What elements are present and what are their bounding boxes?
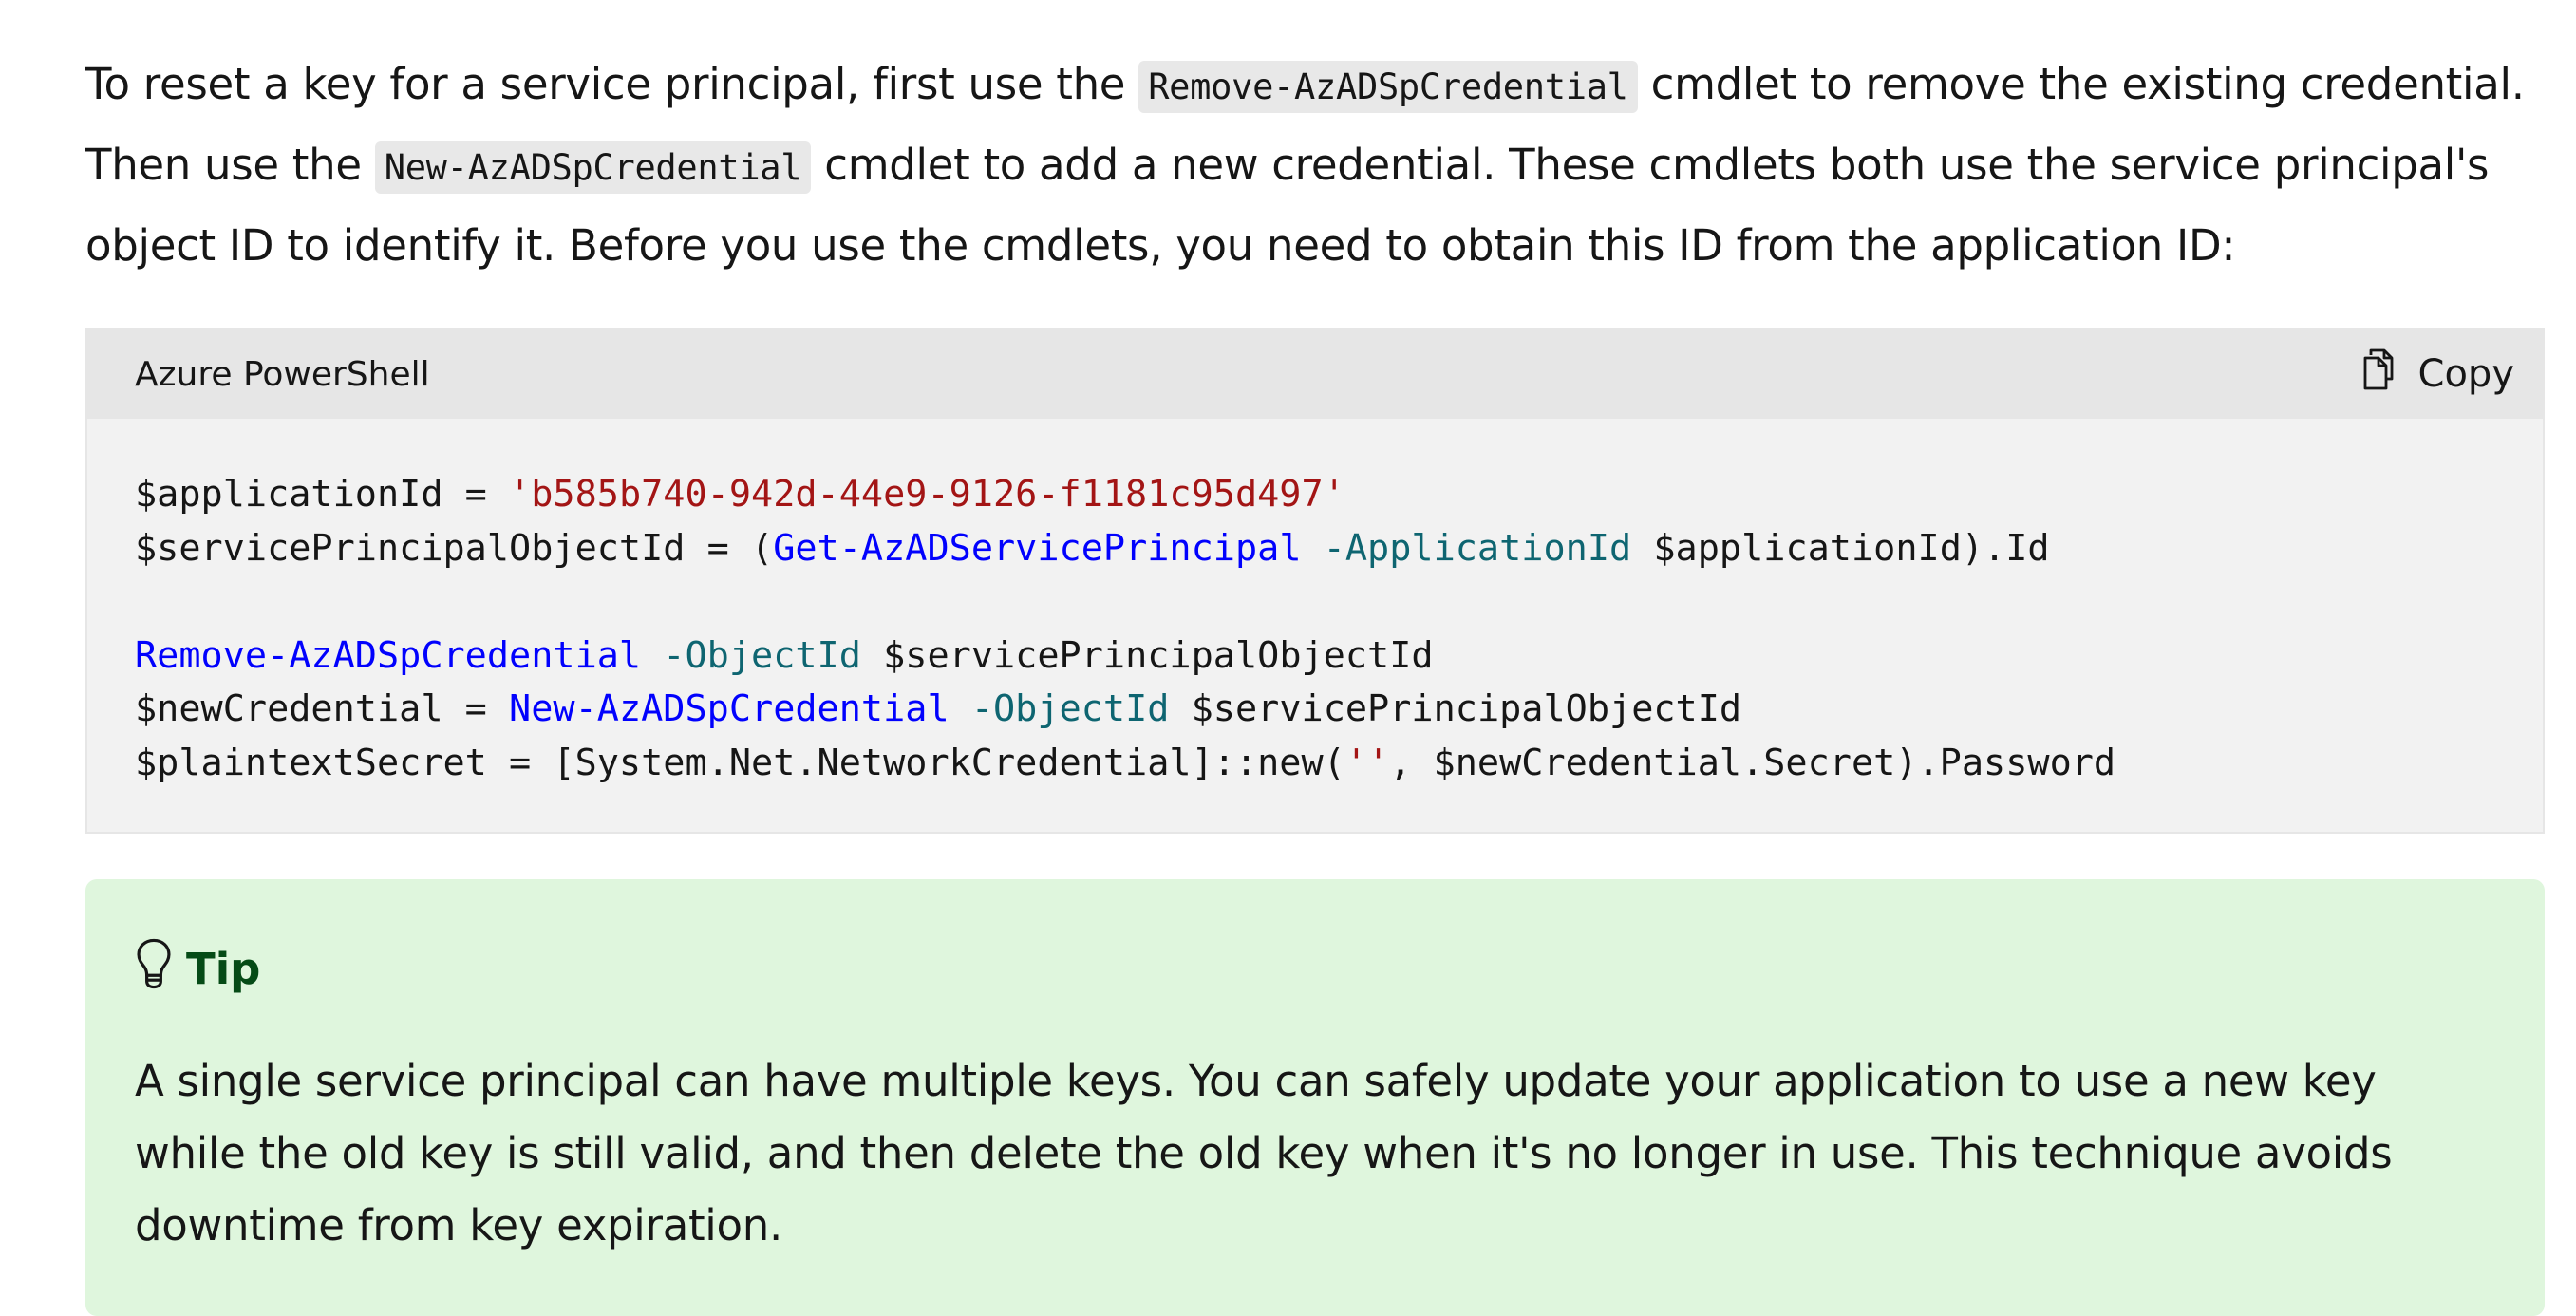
intro-text-1: To reset a key for a service principal, …	[85, 59, 1139, 109]
code-line-3: Remove-AzADSpCredential -ObjectId $servi…	[135, 633, 1434, 677]
intro-paragraph: To reset a key for a service principal, …	[85, 0, 2545, 285]
code-line-2: $servicePrincipalObjectId = (Get-AzADSer…	[135, 526, 2050, 570]
code-language-label: Azure PowerShell	[135, 354, 430, 394]
inline-code-remove-cmdlet: Remove-AzADSpCredential	[1138, 61, 1638, 113]
code-line-5: $plaintextSecret = [System.Net.NetworkCr…	[135, 741, 2116, 784]
inline-code-new-cmdlet: New-AzADSpCredential	[374, 141, 812, 194]
copy-label: Copy	[2417, 352, 2514, 396]
tip-header: Tip	[135, 938, 2495, 1000]
tip-title: Tip	[186, 944, 261, 994]
copy-icon	[2363, 348, 2401, 400]
code-line-1: $applicationId = 'b585b740-942d-44e9-912…	[135, 473, 1345, 516]
tip-callout: Tip A single service principal can have …	[85, 879, 2545, 1316]
copy-button[interactable]: Copy	[2363, 348, 2514, 400]
code-content: $applicationId = 'b585b740-942d-44e9-912…	[87, 419, 2543, 832]
code-block: Azure PowerShell Copy $applicationId = '…	[85, 328, 2545, 834]
code-line-4: $newCredential = New-AzADSpCredential -O…	[135, 687, 1742, 730]
lightbulb-icon	[135, 938, 173, 1000]
article-content: To reset a key for a service principal, …	[85, 0, 2545, 1316]
code-block-header: Azure PowerShell Copy	[87, 329, 2543, 419]
tip-text: A single service principal can have mult…	[135, 1056, 2393, 1250]
